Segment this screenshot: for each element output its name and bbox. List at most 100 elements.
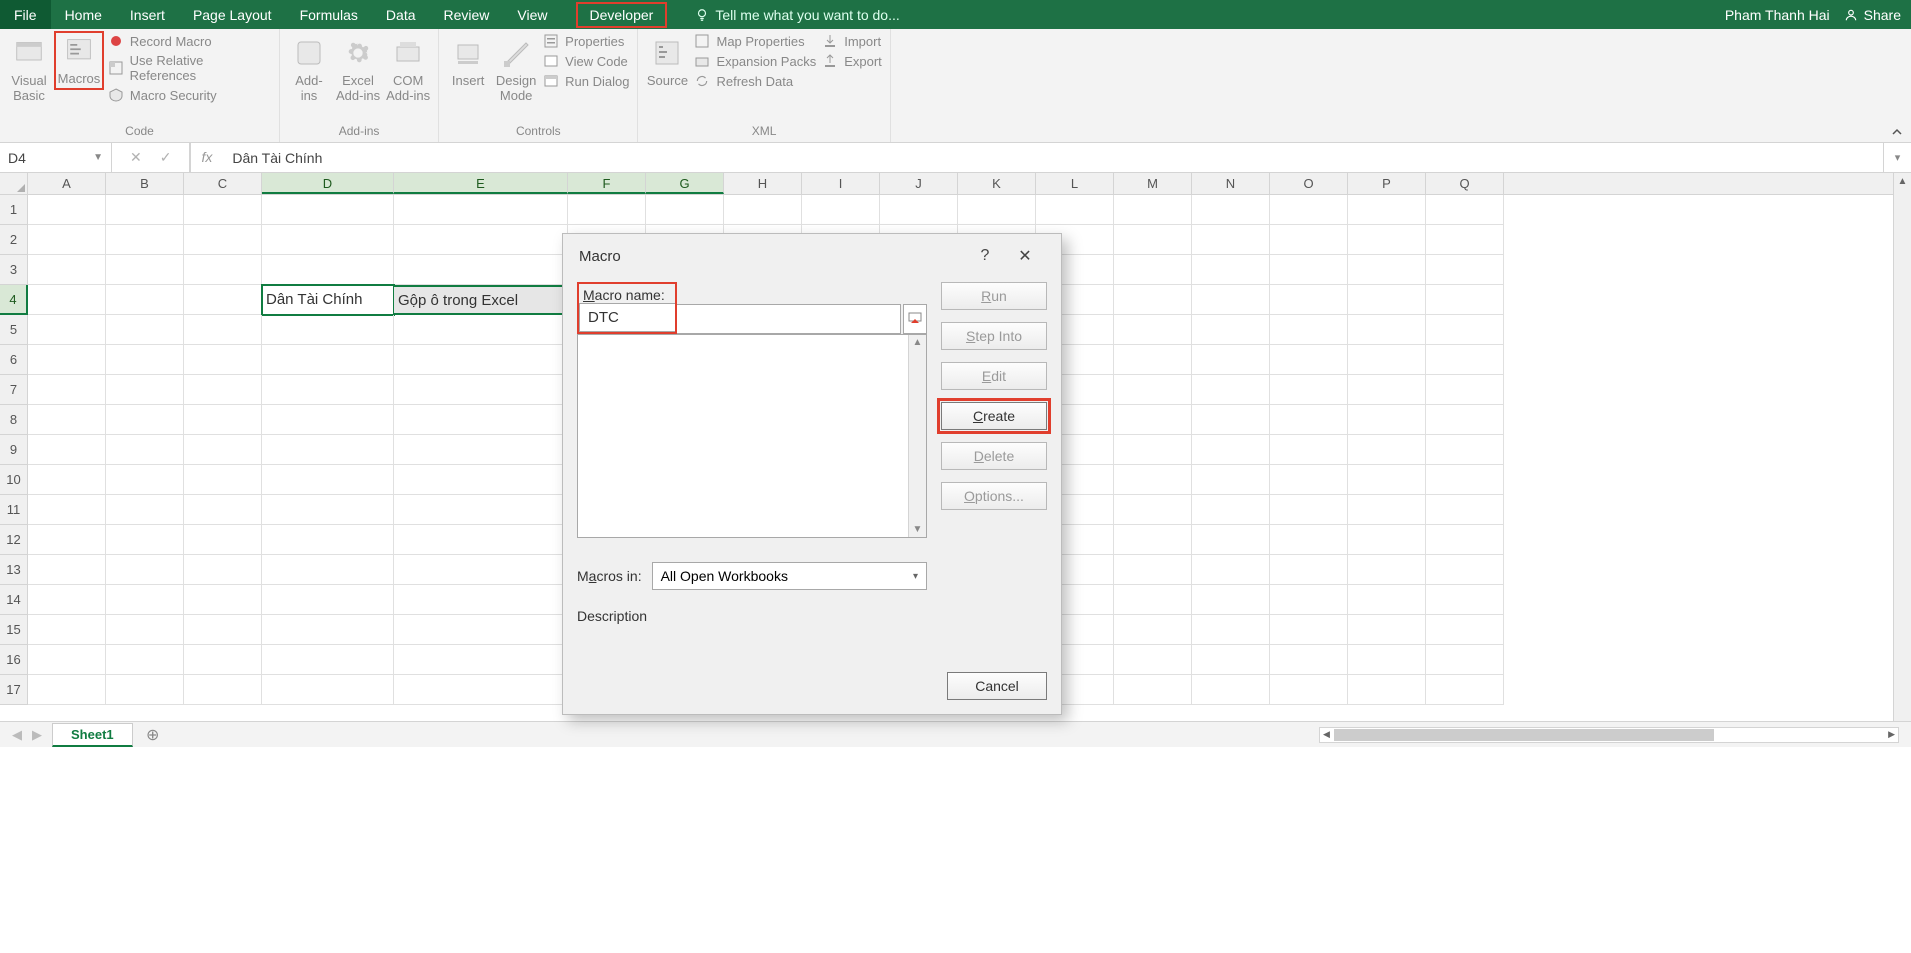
cell[interactable] bbox=[1426, 465, 1504, 495]
cell[interactable] bbox=[184, 225, 262, 255]
cell[interactable] bbox=[1114, 225, 1192, 255]
cell[interactable] bbox=[1348, 345, 1426, 375]
insert-control-button[interactable]: Insert bbox=[447, 33, 489, 88]
cell[interactable] bbox=[1192, 375, 1270, 405]
cell[interactable] bbox=[1114, 585, 1192, 615]
cell[interactable] bbox=[28, 555, 106, 585]
sheet-nav-prev-icon[interactable]: ◀ bbox=[12, 727, 22, 743]
cell[interactable] bbox=[1192, 495, 1270, 525]
cell[interactable] bbox=[394, 435, 568, 465]
cell[interactable] bbox=[262, 345, 394, 375]
col-header[interactable]: Q bbox=[1426, 173, 1504, 194]
cell[interactable] bbox=[1348, 435, 1426, 465]
cell[interactable] bbox=[28, 675, 106, 705]
row-header[interactable]: 11 bbox=[0, 495, 28, 525]
row-header[interactable]: 12 bbox=[0, 525, 28, 555]
cell[interactable] bbox=[394, 315, 568, 345]
cell[interactable] bbox=[28, 225, 106, 255]
cell[interactable] bbox=[1348, 195, 1426, 225]
macros-in-select[interactable]: All Open Workbooks ▾ bbox=[652, 562, 927, 590]
cell[interactable] bbox=[28, 525, 106, 555]
cell[interactable] bbox=[1348, 375, 1426, 405]
cell[interactable] bbox=[262, 525, 394, 555]
cell[interactable] bbox=[184, 195, 262, 225]
col-header[interactable]: J bbox=[880, 173, 958, 194]
cell[interactable] bbox=[1426, 675, 1504, 705]
export-button[interactable]: Export bbox=[822, 53, 882, 69]
cell[interactable] bbox=[262, 225, 394, 255]
cell[interactable] bbox=[1426, 495, 1504, 525]
cell[interactable] bbox=[106, 195, 184, 225]
cell[interactable] bbox=[1348, 495, 1426, 525]
select-all-corner[interactable] bbox=[0, 173, 28, 194]
cell[interactable] bbox=[1192, 405, 1270, 435]
formula-input[interactable]: Dân Tài Chính bbox=[222, 143, 1883, 172]
cell[interactable] bbox=[1192, 525, 1270, 555]
tab-file[interactable]: File bbox=[0, 0, 51, 29]
cell[interactable] bbox=[106, 675, 184, 705]
cell[interactable] bbox=[28, 405, 106, 435]
cell[interactable] bbox=[262, 555, 394, 585]
add-sheet-button[interactable]: ⊕ bbox=[143, 725, 163, 745]
cell[interactable] bbox=[28, 435, 106, 465]
cell[interactable] bbox=[184, 315, 262, 345]
properties-button[interactable]: Properties bbox=[543, 33, 629, 49]
design-mode-button[interactable]: Design Mode bbox=[495, 33, 537, 103]
create-button[interactable]: Create bbox=[941, 402, 1047, 430]
cell[interactable] bbox=[394, 615, 568, 645]
user-name[interactable]: Pham Thanh Hai bbox=[1725, 7, 1830, 23]
cell[interactable] bbox=[1270, 435, 1348, 465]
cell[interactable] bbox=[1270, 465, 1348, 495]
cell[interactable] bbox=[262, 495, 394, 525]
tab-home[interactable]: Home bbox=[51, 0, 116, 29]
cell[interactable] bbox=[1426, 345, 1504, 375]
tab-view[interactable]: View bbox=[503, 0, 561, 29]
cell[interactable] bbox=[1426, 645, 1504, 675]
cell[interactable] bbox=[1114, 465, 1192, 495]
dialog-help-button[interactable]: ? bbox=[965, 247, 1005, 265]
row-header[interactable]: 10 bbox=[0, 465, 28, 495]
view-code-button[interactable]: View Code bbox=[543, 53, 629, 69]
cell[interactable] bbox=[1348, 405, 1426, 435]
cell[interactable] bbox=[28, 345, 106, 375]
cell[interactable] bbox=[106, 495, 184, 525]
cell[interactable] bbox=[1426, 315, 1504, 345]
tab-formulas[interactable]: Formulas bbox=[286, 0, 372, 29]
cell[interactable] bbox=[1114, 315, 1192, 345]
import-button[interactable]: Import bbox=[822, 33, 882, 49]
cell[interactable] bbox=[106, 615, 184, 645]
tab-page-layout[interactable]: Page Layout bbox=[179, 0, 286, 29]
cell[interactable] bbox=[1114, 285, 1192, 315]
col-header[interactable]: F bbox=[568, 173, 646, 194]
cell[interactable] bbox=[1114, 645, 1192, 675]
row-header[interactable]: 5 bbox=[0, 315, 28, 345]
cell[interactable] bbox=[1270, 585, 1348, 615]
row-header[interactable]: 2 bbox=[0, 225, 28, 255]
cell[interactable] bbox=[1114, 255, 1192, 285]
col-header[interactable]: B bbox=[106, 173, 184, 194]
col-header[interactable]: G bbox=[646, 173, 724, 194]
cell[interactable] bbox=[1270, 195, 1348, 225]
row-header[interactable]: 7 bbox=[0, 375, 28, 405]
cell[interactable] bbox=[1348, 615, 1426, 645]
cell[interactable] bbox=[646, 195, 724, 225]
macro-name-input-ext[interactable] bbox=[677, 304, 901, 334]
cell[interactable] bbox=[394, 645, 568, 675]
name-box[interactable]: D4 ▼ bbox=[0, 143, 112, 172]
cell[interactable] bbox=[106, 225, 184, 255]
source-button[interactable]: Source bbox=[646, 33, 688, 88]
cell[interactable] bbox=[1036, 195, 1114, 225]
tab-developer[interactable]: Developer bbox=[562, 0, 682, 29]
cell[interactable] bbox=[1114, 435, 1192, 465]
cell[interactable] bbox=[28, 645, 106, 675]
cell[interactable] bbox=[262, 195, 394, 225]
cell[interactable] bbox=[1426, 615, 1504, 645]
cell[interactable] bbox=[1270, 285, 1348, 315]
cell[interactable] bbox=[1348, 255, 1426, 285]
cell[interactable] bbox=[106, 285, 184, 315]
cell[interactable] bbox=[28, 315, 106, 345]
col-header[interactable]: D bbox=[262, 173, 394, 194]
cell[interactable] bbox=[1114, 675, 1192, 705]
cell[interactable] bbox=[1114, 375, 1192, 405]
cell[interactable] bbox=[394, 195, 568, 225]
